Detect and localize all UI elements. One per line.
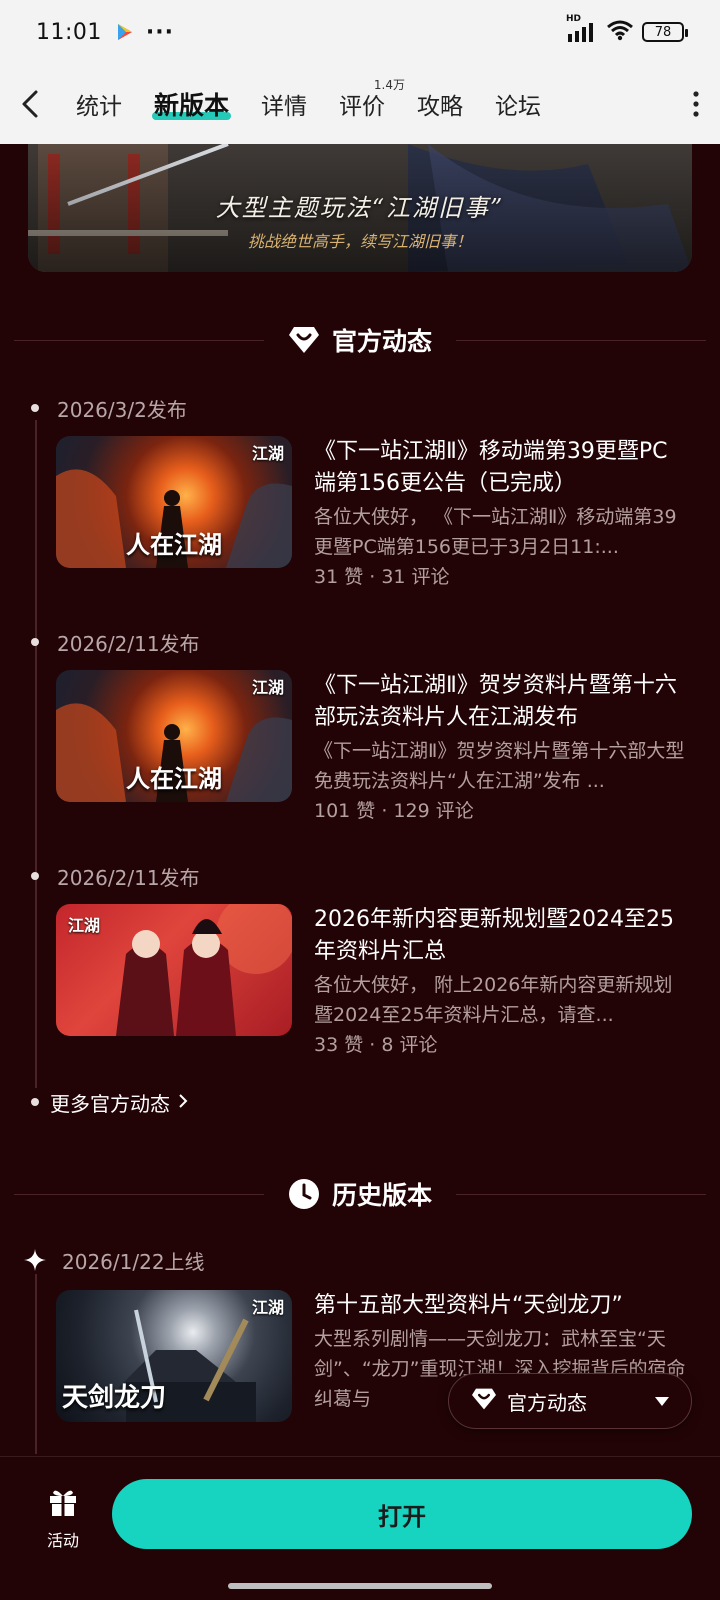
thumbnail-tag: 江湖 — [68, 916, 101, 935]
status-bar: 11:01 ··· HD 78 — [0, 0, 720, 64]
bottom-bar: 活动 打开 — [0, 1456, 720, 1600]
diamond-heart-icon — [471, 1387, 497, 1415]
tab-stats[interactable]: 统计 — [60, 64, 138, 144]
sparkle-icon — [24, 1249, 46, 1271]
top-nav: 统计 新版本 详情 评价 1.4万 攻略 论坛 — [0, 64, 720, 144]
tab-reviews[interactable]: 评价 1.4万 — [323, 64, 405, 144]
battery-level: 78 — [654, 24, 672, 40]
entry-date: 2026/1/22上线 — [24, 1245, 205, 1275]
tab-guides[interactable]: 攻略 — [401, 64, 479, 144]
news-card[interactable]: 江湖 2026年新内容更新规划暨2024至25年资料片汇总 各位大侠好， 附上2… — [56, 904, 688, 1056]
entry-date: 2026/3/2发布 — [30, 393, 187, 423]
home-indicator[interactable] — [228, 1583, 492, 1589]
chevron-right-icon — [178, 1090, 188, 1114]
status-icons: HD 78 — [566, 14, 688, 45]
gift-icon — [47, 1485, 79, 1521]
official-section-header: 官方动态 — [14, 320, 706, 360]
timeline-dot — [31, 404, 39, 412]
banner-subtitle: 挑战绝世高手，续写江湖旧事！ — [247, 232, 472, 251]
banner-title: 大型主题玩法“江湖旧事” — [215, 194, 505, 222]
history-section-header: 历史版本 — [14, 1174, 706, 1214]
more-notifications-icon: ··· — [145, 19, 174, 45]
tab-bar: 统计 新版本 详情 评价 1.4万 攻略 论坛 — [60, 64, 557, 144]
news-stats: 101 赞 · 129 评论 — [314, 800, 474, 822]
news-title: 《下一站江湖Ⅱ》移动端第39更暨PC端第156更公告（已完成） — [314, 439, 668, 496]
timeline-line — [35, 1274, 37, 1454]
more-options-icon[interactable] — [672, 64, 720, 144]
timeline-dot — [31, 872, 39, 880]
hd-label: HD — [566, 14, 582, 24]
thumbnail-tag: 江湖 — [251, 1298, 284, 1317]
entry-date: 2026/2/11发布 — [30, 627, 200, 657]
status-time: 11:01 — [36, 19, 102, 45]
news-text: 《下一站江湖Ⅱ》移动端第39更暨PC端第156更公告（已完成） 各位大侠好， 《… — [314, 436, 688, 588]
news-text: 《下一站江湖Ⅱ》贺岁资料片暨第十六部玩法资料片人在江湖发布 《下一站江湖Ⅱ》贺岁… — [314, 670, 688, 822]
news-title: 《下一站江湖Ⅱ》贺岁资料片暨第十六部玩法资料片人在江湖发布 — [314, 673, 677, 730]
news-excerpt: 《下一站江湖Ⅱ》贺岁资料片暨第十六部大型免费玩法资料片“人在江湖”发布 ... — [314, 740, 685, 792]
news-thumbnail: 江湖 人在江湖 — [56, 670, 292, 802]
news-excerpt: 各位大侠好， 《下一站江湖Ⅱ》移动端第39更暨PC端第156更已于3月2日11:… — [314, 506, 677, 558]
news-card[interactable]: 江湖 人在江湖 《下一站江湖Ⅱ》移动端第39更暨PC端第156更公告（已完成） … — [56, 436, 688, 588]
news-stats: 33 赞 · 8 评论 — [314, 1034, 438, 1056]
diamond-heart-icon — [288, 324, 320, 356]
wifi-icon — [606, 19, 634, 45]
timeline-line — [35, 420, 37, 1088]
tab-details[interactable]: 详情 — [245, 64, 323, 144]
version-thumbnail: 江湖 天剑龙刀 — [56, 1290, 292, 1422]
activity-label: 活动 — [46, 1531, 79, 1550]
caret-down-icon — [655, 1396, 669, 1406]
news-excerpt: 各位大侠好， 附上2026年新内容更新规划暨2024至25年资料片汇总，请查..… — [314, 974, 673, 1026]
thumbnail-tag: 江湖 — [251, 444, 284, 463]
news-stats: 31 赞 · 31 评论 — [314, 566, 450, 588]
tab-forum[interactable]: 论坛 — [479, 64, 557, 144]
battery-icon: 78 — [642, 22, 688, 42]
history-section-title: 历史版本 — [331, 1181, 432, 1210]
clock-icon — [288, 1178, 320, 1210]
news-thumbnail: 江湖 人在江湖 — [56, 436, 292, 568]
thumbnail-title: 人在江湖 — [126, 530, 222, 559]
activity-button[interactable]: 活动 — [36, 1485, 90, 1551]
more-official-link[interactable]: 更多官方动态 — [30, 1086, 188, 1118]
dropdown-label: 官方动态 — [507, 1390, 587, 1415]
thumbnail-title: 天剑龙刀 — [62, 1383, 167, 1413]
thumbnail-tag: 江湖 — [251, 678, 284, 697]
news-thumbnail: 江湖 — [56, 904, 292, 1036]
section-jump-dropdown[interactable]: 官方动态 — [448, 1373, 692, 1429]
news-title: 2026年新内容更新规划暨2024至25年资料片汇总 — [314, 907, 674, 964]
back-icon[interactable] — [0, 64, 60, 144]
timeline-dot — [31, 1098, 39, 1106]
tab-new-version[interactable]: 新版本 — [138, 64, 245, 144]
timeline-dot — [31, 638, 39, 646]
entry-date: 2026/2/11发布 — [30, 861, 200, 891]
news-card[interactable]: 江湖 人在江湖 《下一站江湖Ⅱ》贺岁资料片暨第十六部玩法资料片人在江湖发布 《下… — [56, 670, 688, 822]
official-section-title: 官方动态 — [331, 327, 432, 356]
play-store-icon — [116, 23, 134, 41]
version-banner[interactable]: 大型主题玩法“江湖旧事” 挑战绝世高手，续写江湖旧事！ — [28, 144, 692, 272]
thumbnail-title: 人在江湖 — [126, 764, 222, 793]
news-text: 2026年新内容更新规划暨2024至25年资料片汇总 各位大侠好， 附上2026… — [314, 904, 688, 1056]
version-title: 第十五部大型资料片“天剑龙刀” — [314, 1293, 623, 1318]
signal-icon: HD — [566, 14, 598, 42]
open-app-button[interactable]: 打开 — [112, 1479, 692, 1549]
